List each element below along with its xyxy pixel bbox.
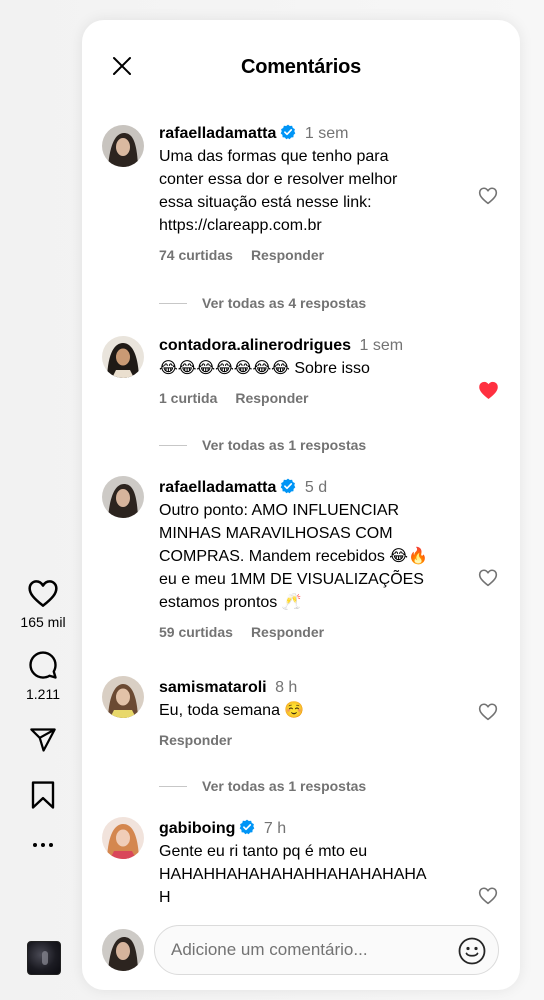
comment-link[interactable]: https://clareapp.com.br [159, 214, 479, 237]
comment-count: 1.211 [26, 686, 60, 702]
heart-icon[interactable] [478, 186, 498, 205]
comment-text: 😂😂😂😂😂😂😂 Sobre isso [159, 360, 370, 377]
audio-thumbnail[interactable] [27, 941, 61, 975]
heart-icon[interactable] [478, 380, 499, 400]
paper-plane-icon [30, 728, 56, 752]
view-replies-button[interactable]: Ver todas as 4 respostas [159, 295, 366, 311]
more-options-button[interactable] [31, 840, 55, 850]
comment-time: 8 h [275, 679, 298, 696]
comment-input[interactable] [171, 940, 441, 960]
comment-username[interactable]: contadora.alinerodrigues [159, 337, 351, 354]
comment-meta: Responder [159, 732, 479, 748]
comment-meta: 1 curtida Responder [159, 390, 479, 406]
post-action-rail: 165 mil 1.211 [0, 560, 86, 850]
comment-meta: 74 curtidas Responder [159, 247, 479, 263]
view-replies-button[interactable]: Ver todas as 1 respostas [159, 437, 366, 453]
comment-time: 5 d [304, 479, 328, 496]
comment-username[interactable]: gabiboing [159, 820, 235, 837]
heart-icon[interactable] [478, 886, 498, 905]
comment-username[interactable]: rafaelladamatta [159, 125, 276, 142]
like-count: 165 mil [20, 614, 66, 630]
comment-text: Uma das formas que tenho para conter ess… [159, 145, 479, 237]
bookmark-icon [31, 781, 55, 809]
comment-username[interactable]: samismataroli [159, 679, 267, 696]
reply-button[interactable]: Responder [159, 732, 232, 748]
comment-likes[interactable]: 74 curtidas [159, 247, 233, 263]
heart-icon [28, 580, 58, 607]
verified-badge-icon [240, 819, 255, 835]
comment-text: Outro ponto: AMO INFLUENCIAR MINHAS MARA… [159, 502, 428, 611]
comment-text: Gente eu ri tanto pq é mto eu HAHAHHAHAH… [159, 843, 427, 906]
heart-icon[interactable] [478, 702, 498, 721]
comments-panel: Comentários rafaelladamatta 1 sem Uma da… [82, 20, 520, 990]
comment-username[interactable]: rafaelladamatta [159, 479, 276, 496]
avatar[interactable] [102, 125, 144, 167]
avatar[interactable] [102, 476, 144, 518]
reply-button[interactable]: Responder [251, 247, 324, 263]
comment-post-button[interactable]: 1.211 [26, 650, 60, 702]
comment-time: 1 sem [304, 125, 349, 142]
verified-badge-icon [281, 478, 296, 494]
heart-icon[interactable] [478, 568, 498, 587]
avatar[interactable] [102, 817, 144, 859]
reply-button[interactable]: Responder [235, 390, 308, 406]
divider-line [159, 444, 187, 446]
like-post-button[interactable]: 165 mil [20, 578, 66, 630]
comment-likes[interactable]: 1 curtida [159, 390, 217, 406]
panel-title: Comentários [240, 56, 362, 78]
avatar[interactable] [102, 676, 144, 718]
comment-icon [29, 651, 57, 679]
comment-time: 7 h [263, 820, 287, 837]
panel-header: Comentários [82, 20, 520, 110]
comment-time: 1 sem [359, 337, 404, 354]
comment-input-wrapper [154, 925, 499, 975]
divider-line [159, 302, 187, 304]
divider-line [159, 785, 187, 787]
comment-composer [82, 925, 520, 975]
smiley-icon[interactable] [458, 937, 486, 965]
comment-meta: 59 curtidas Responder [159, 624, 479, 640]
current-user-avatar[interactable] [102, 929, 144, 971]
verified-badge-icon [281, 124, 296, 140]
avatar[interactable] [102, 336, 144, 378]
save-post-button[interactable] [30, 780, 56, 810]
comment-likes[interactable]: 59 curtidas [159, 624, 233, 640]
view-replies-button[interactable]: Ver todas as 1 respostas [159, 778, 366, 794]
reply-button[interactable]: Responder [251, 624, 324, 640]
comment-text: Eu, toda semana ☺️ [159, 702, 305, 719]
more-icon [33, 843, 53, 847]
share-post-button[interactable] [28, 726, 58, 754]
